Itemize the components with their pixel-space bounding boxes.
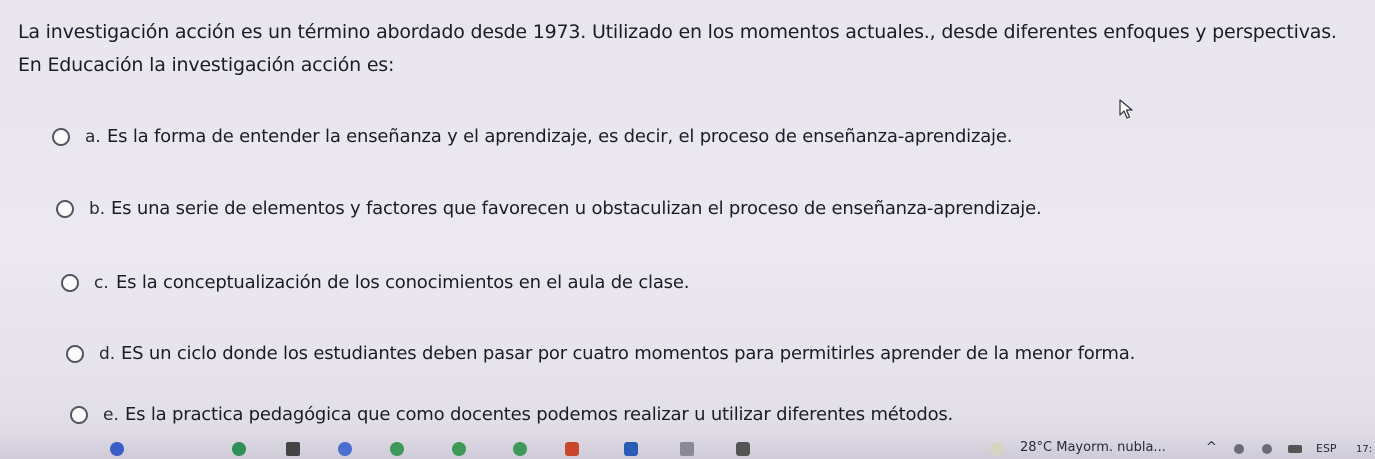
option-c-radio[interactable] xyxy=(61,273,79,292)
option-b-radio[interactable] xyxy=(56,199,74,218)
weather-icon[interactable] xyxy=(990,442,1004,456)
wifi-icon[interactable] xyxy=(1234,444,1244,454)
option-d-letter: d. xyxy=(99,343,116,364)
app-icon-4[interactable] xyxy=(338,442,352,456)
volume-icon[interactable] xyxy=(1262,444,1272,454)
option-e-letter: e. xyxy=(103,404,119,425)
option-c-label[interactable]: Es la conceptualización de los conocimie… xyxy=(116,272,689,293)
option-d-label[interactable]: ES un ciclo donde los estudiantes deben … xyxy=(121,343,1135,364)
chrome-icon-3[interactable] xyxy=(513,442,527,456)
option-b[interactable]: b. Es una serie de elementos y factores … xyxy=(56,198,1042,219)
option-b-letter: b. xyxy=(89,198,106,219)
app-icon-3[interactable] xyxy=(286,442,300,456)
option-b-label[interactable]: Es una serie de elementos y factores que… xyxy=(111,198,1042,219)
mouse-pointer-icon xyxy=(1119,99,1133,119)
app-icon-1[interactable] xyxy=(110,442,124,456)
language-indicator[interactable]: ESP xyxy=(1316,442,1337,455)
option-c[interactable]: c. Es la conceptualización de los conoci… xyxy=(61,272,689,293)
powerpoint-icon[interactable] xyxy=(565,442,579,456)
option-a[interactable]: a. Es la forma de entender la enseñanza … xyxy=(52,126,1012,147)
battery-icon[interactable] xyxy=(1288,445,1302,453)
chevron-up-icon[interactable]: ^ xyxy=(1206,440,1217,455)
chrome-icon-2[interactable] xyxy=(452,442,466,456)
word-icon[interactable] xyxy=(624,442,638,456)
app-icon-2[interactable] xyxy=(232,442,246,456)
app-icon-5[interactable] xyxy=(680,442,694,456)
option-e-radio[interactable] xyxy=(70,405,88,424)
taskbar: 28°C Mayorm. nubla... ^ ESP 17: xyxy=(0,436,1375,459)
option-e-label[interactable]: Es la practica pedagógica que como docen… xyxy=(125,404,953,425)
chrome-icon-1[interactable] xyxy=(390,442,404,456)
option-a-radio[interactable] xyxy=(52,127,70,146)
option-a-label[interactable]: Es la forma de entender la enseñanza y e… xyxy=(107,126,1012,147)
option-d[interactable]: d. ES un ciclo donde los estudiantes deb… xyxy=(66,343,1135,364)
option-e[interactable]: e. Es la practica pedagógica que como do… xyxy=(70,404,953,425)
option-a-letter: a. xyxy=(85,126,101,147)
option-d-radio[interactable] xyxy=(66,344,84,363)
option-c-letter: c. xyxy=(94,272,109,293)
app-icon-6[interactable] xyxy=(736,442,750,456)
weather-text[interactable]: 28°C Mayorm. nubla... xyxy=(1020,440,1166,455)
question-text: La investigación acción es un término ab… xyxy=(18,21,1337,76)
clock-time[interactable]: 17: xyxy=(1356,444,1372,455)
